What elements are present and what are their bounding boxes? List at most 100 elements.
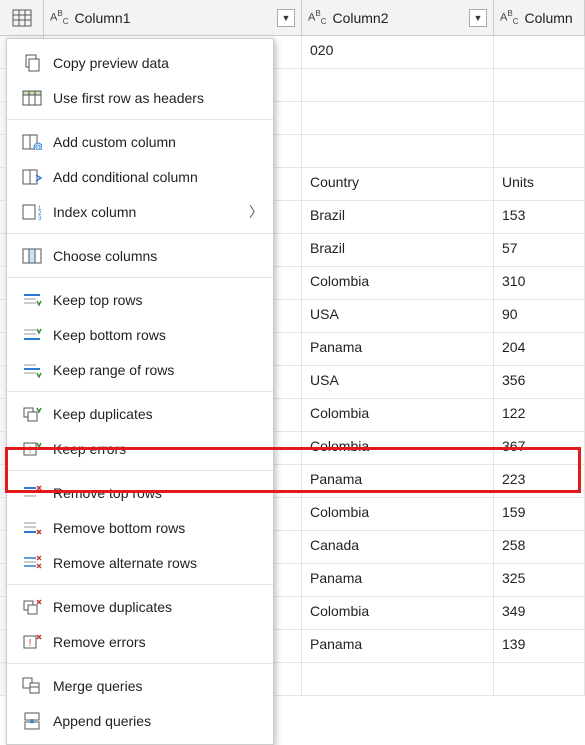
menu-use-first-row-as-headers[interactable]: Use first row as headers [7, 80, 273, 115]
index-column-icon: 123 [19, 201, 45, 223]
cell-col3[interactable]: 223 [494, 465, 585, 497]
cell-col2[interactable]: Brazil [302, 201, 494, 233]
remove-duplicates-icon [19, 596, 45, 618]
menu-choose-columns[interactable]: Choose columns [7, 238, 273, 273]
keep-duplicates-icon [19, 403, 45, 425]
menu-remove-top-rows[interactable]: Remove top rows [7, 475, 273, 510]
cell-col2[interactable]: Colombia [302, 267, 494, 299]
cell-col3[interactable]: 159 [494, 498, 585, 530]
keep-top-icon [19, 289, 45, 311]
menu-separator [7, 391, 273, 392]
table-context-menu: Copy preview data Use first row as heade… [6, 38, 274, 745]
svg-text:!: ! [29, 638, 32, 649]
cell-col3[interactable]: 310 [494, 267, 585, 299]
menu-separator [7, 233, 273, 234]
cell-col2[interactable]: Panama [302, 630, 494, 662]
column-label: Column [524, 10, 578, 26]
menu-label: Keep range of rows [53, 362, 263, 378]
cell-col2[interactable]: Panama [302, 465, 494, 497]
cell-col3[interactable] [494, 36, 585, 68]
keep-errors-icon: ! [19, 438, 45, 460]
cell-col3[interactable] [494, 102, 585, 134]
cell-col3[interactable] [494, 69, 585, 101]
cell-col3[interactable]: 204 [494, 333, 585, 365]
cell-col3[interactable]: 57 [494, 234, 585, 266]
cell-col2[interactable]: Colombia [302, 432, 494, 464]
cell-col2[interactable]: Panama [302, 333, 494, 365]
cell-col3[interactable]: 139 [494, 630, 585, 662]
menu-separator [7, 663, 273, 664]
column-filter-dropdown[interactable]: ▼ [469, 9, 487, 27]
menu-add-custom-column[interactable]: ⚙ Add custom column [7, 124, 273, 159]
column-header-3[interactable]: ABC Column [494, 0, 585, 35]
append-icon [19, 710, 45, 732]
cell-col2[interactable]: Colombia [302, 399, 494, 431]
menu-label: Remove duplicates [53, 599, 263, 615]
custom-column-icon: ⚙ [19, 131, 45, 153]
cell-col2[interactable]: Brazil [302, 234, 494, 266]
keep-range-icon [19, 359, 45, 381]
cell-col2[interactable]: Canada [302, 531, 494, 563]
cell-col2[interactable]: Panama [302, 564, 494, 596]
cell-col3[interactable]: 367 [494, 432, 585, 464]
choose-columns-icon [19, 245, 45, 267]
cell-col2[interactable]: USA [302, 300, 494, 332]
menu-label: Remove errors [53, 634, 263, 650]
cell-col2[interactable]: Colombia [302, 597, 494, 629]
table-corner-button[interactable] [0, 0, 44, 35]
cell-col3[interactable]: Units [494, 168, 585, 200]
cell-col2[interactable]: Country [302, 168, 494, 200]
cell-col3[interactable]: 258 [494, 531, 585, 563]
column-header-2[interactable]: ABC Column2 ▼ [302, 0, 494, 35]
menu-label: Keep errors [53, 441, 263, 457]
menu-append-queries[interactable]: Append queries [7, 703, 273, 738]
menu-separator [7, 470, 273, 471]
menu-keep-errors[interactable]: ! Keep errors [7, 431, 273, 466]
menu-label: Add custom column [53, 134, 263, 150]
menu-label: Index column [53, 204, 249, 220]
menu-label: Keep bottom rows [53, 327, 263, 343]
menu-label: Keep top rows [53, 292, 263, 308]
cell-col3[interactable]: 90 [494, 300, 585, 332]
menu-remove-bottom-rows[interactable]: Remove bottom rows [7, 510, 273, 545]
menu-keep-bottom-rows[interactable]: Keep bottom rows [7, 317, 273, 352]
cell-col3[interactable]: 153 [494, 201, 585, 233]
headers-icon [19, 87, 45, 109]
cell-col2[interactable] [302, 102, 494, 134]
column-filter-dropdown[interactable]: ▼ [277, 9, 295, 27]
column-header-1[interactable]: ABC Column1 ▼ [44, 0, 302, 35]
cell-col3[interactable] [494, 663, 585, 695]
text-type-icon: ABC [500, 9, 518, 26]
menu-merge-queries[interactable]: Merge queries [7, 668, 273, 703]
menu-remove-duplicates[interactable]: Remove duplicates [7, 589, 273, 624]
cell-col2[interactable]: USA [302, 366, 494, 398]
cell-col2[interactable] [302, 135, 494, 167]
cell-col3[interactable]: 122 [494, 399, 585, 431]
svg-text:3: 3 [38, 216, 42, 220]
grid-header: ABC Column1 ▼ ABC Column2 ▼ ABC Column [0, 0, 585, 36]
menu-keep-duplicates[interactable]: Keep duplicates [7, 396, 273, 431]
cell-col2[interactable] [302, 663, 494, 695]
column-label: Column1 [74, 10, 277, 26]
cell-col3[interactable]: 325 [494, 564, 585, 596]
menu-keep-top-rows[interactable]: Keep top rows [7, 282, 273, 317]
menu-index-column[interactable]: 123 Index column 〉 [7, 194, 273, 229]
menu-label: Use first row as headers [53, 90, 263, 106]
cell-col3[interactable] [494, 135, 585, 167]
cell-col2[interactable]: Colombia [302, 498, 494, 530]
menu-keep-range-rows[interactable]: Keep range of rows [7, 352, 273, 387]
cell-col2[interactable] [302, 69, 494, 101]
remove-top-icon [19, 482, 45, 504]
cell-col3[interactable]: 349 [494, 597, 585, 629]
remove-errors-icon: ! [19, 631, 45, 653]
menu-label: Choose columns [53, 248, 263, 264]
menu-copy-preview-data[interactable]: Copy preview data [7, 45, 273, 80]
remove-alternate-icon [19, 552, 45, 574]
menu-remove-errors[interactable]: ! Remove errors [7, 624, 273, 659]
cell-col3[interactable]: 356 [494, 366, 585, 398]
cell-col2[interactable]: 020 [302, 36, 494, 68]
menu-remove-alternate-rows[interactable]: Remove alternate rows [7, 545, 273, 580]
menu-add-conditional-column[interactable]: Add conditional column [7, 159, 273, 194]
keep-bottom-icon [19, 324, 45, 346]
menu-label: Remove top rows [53, 485, 263, 501]
